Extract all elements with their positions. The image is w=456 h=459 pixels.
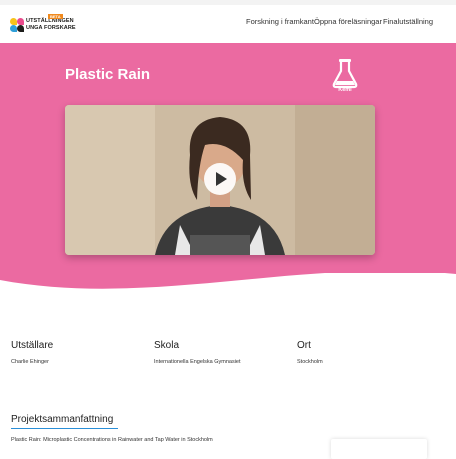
exhibitor-value: Charlie Ehinger	[11, 359, 49, 365]
logo-wordmark: UTSTÄLLNINGEN UNGA FORSKARE	[26, 18, 76, 31]
city-value: Stockholm	[297, 359, 323, 365]
summary-heading-underline	[11, 428, 118, 429]
summary-heading: Projektsammanfattning	[11, 414, 114, 425]
logo-beta-badge: BETA	[48, 14, 63, 19]
side-card	[331, 439, 427, 459]
school-heading: Skola	[154, 340, 180, 351]
nav-link-finalutstallning[interactable]: Finalutställning	[383, 17, 433, 26]
school-value: Internationella Engelska Gymnasiet	[154, 359, 241, 365]
play-icon[interactable]	[204, 163, 236, 195]
exhibitor-heading: Utställare	[11, 340, 54, 351]
category-label: Kemi	[338, 87, 352, 93]
city-heading: Ort	[297, 340, 311, 351]
nav-link-forskning[interactable]: Forskning i framkant	[246, 17, 314, 26]
summary-text: Plastic Rain: Microplastic Concentration…	[11, 437, 213, 443]
hero-wave-divider	[0, 268, 456, 289]
logo-mark-icon	[10, 18, 24, 32]
site-logo[interactable]: UTSTÄLLNINGEN UNGA FORSKARE BETA	[10, 14, 76, 36]
nav-link-forelasningar[interactable]: Öppna föreläsningar	[314, 17, 382, 26]
project-title: Plastic Rain	[65, 66, 151, 83]
